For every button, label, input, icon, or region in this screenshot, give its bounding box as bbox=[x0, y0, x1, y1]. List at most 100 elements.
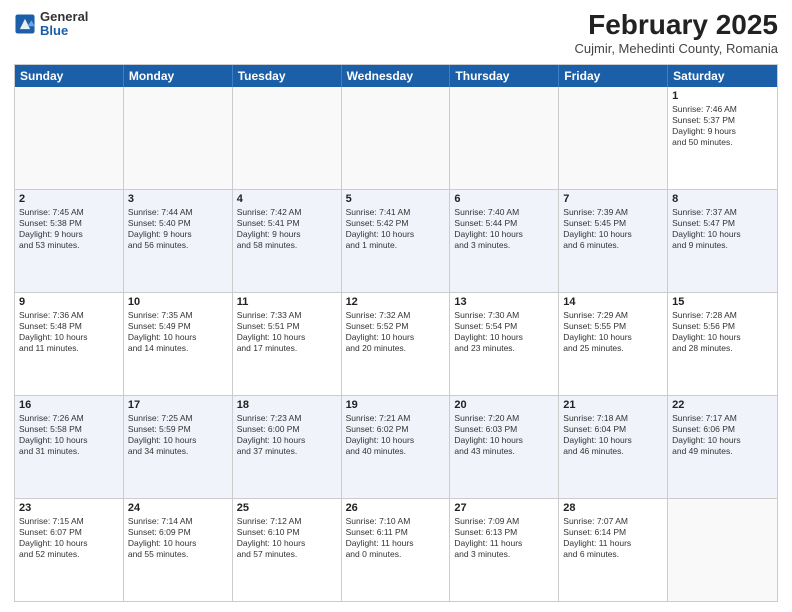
calendar-empty-cell bbox=[559, 87, 668, 189]
day-number: 22 bbox=[672, 399, 773, 411]
day-number: 24 bbox=[128, 502, 228, 514]
calendar-day-14: 14 Sunrise: 7:29 AM Sunset: 5:55 PM Dayli… bbox=[559, 293, 668, 395]
day-number: 26 bbox=[346, 502, 446, 514]
day-info: Sunrise: 7:33 AM Sunset: 5:51 PM Dayligh… bbox=[237, 310, 337, 354]
calendar-empty-cell bbox=[124, 87, 233, 189]
calendar-day-6: 6 Sunrise: 7:40 AM Sunset: 5:44 PM Daylig… bbox=[450, 190, 559, 292]
day-info: Sunrise: 7:40 AM Sunset: 5:44 PM Dayligh… bbox=[454, 207, 554, 251]
logo-general: General bbox=[40, 10, 88, 24]
logo-text: General Blue bbox=[40, 10, 88, 39]
day-number: 4 bbox=[237, 193, 337, 205]
calendar-empty-cell bbox=[450, 87, 559, 189]
calendar-day-24: 24 Sunrise: 7:14 AM Sunset: 6:09 PM Dayli… bbox=[124, 499, 233, 601]
day-number: 5 bbox=[346, 193, 446, 205]
calendar-day-12: 12 Sunrise: 7:32 AM Sunset: 5:52 PM Dayli… bbox=[342, 293, 451, 395]
header-day-friday: Friday bbox=[559, 65, 668, 87]
day-info: Sunrise: 7:12 AM Sunset: 6:10 PM Dayligh… bbox=[237, 516, 337, 560]
day-info: Sunrise: 7:35 AM Sunset: 5:49 PM Dayligh… bbox=[128, 310, 228, 354]
calendar-day-3: 3 Sunrise: 7:44 AM Sunset: 5:40 PM Daylig… bbox=[124, 190, 233, 292]
day-info: Sunrise: 7:26 AM Sunset: 5:58 PM Dayligh… bbox=[19, 413, 119, 457]
calendar-day-4: 4Sunrise: 7:42 AM Sunset: 5:41 PM Daylig… bbox=[233, 190, 342, 292]
calendar-day-13: 13Sunrise: 7:30 AM Sunset: 5:54 PM Dayli… bbox=[450, 293, 559, 395]
day-info: Sunrise: 7:07 AM Sunset: 6:14 PM Dayligh… bbox=[563, 516, 663, 560]
day-number: 6 bbox=[454, 193, 554, 205]
day-info: Sunrise: 7:15 AM Sunset: 6:07 PM Dayligh… bbox=[19, 516, 119, 560]
calendar-week-4: 23 Sunrise: 7:15 AM Sunset: 6:07 PM Dayli… bbox=[15, 498, 777, 601]
calendar-day-9: 9 Sunrise: 7:36 AM Sunset: 5:48 PM Daylig… bbox=[15, 293, 124, 395]
calendar-day-21: 21 Sunrise: 7:18 AM Sunset: 6:04 PM Dayli… bbox=[559, 396, 668, 498]
calendar-day-5: 5 Sunrise: 7:41 AM Sunset: 5:42 PM Daylig… bbox=[342, 190, 451, 292]
day-info: Sunrise: 7:32 AM Sunset: 5:52 PM Dayligh… bbox=[346, 310, 446, 354]
day-info: Sunrise: 7:10 AM Sunset: 6:11 PM Dayligh… bbox=[346, 516, 446, 560]
header-day-monday: Monday bbox=[124, 65, 233, 87]
logo-icon bbox=[14, 13, 36, 35]
header-day-wednesday: Wednesday bbox=[342, 65, 451, 87]
calendar-day-27: 27Sunrise: 7:09 AM Sunset: 6:13 PM Dayli… bbox=[450, 499, 559, 601]
day-number: 9 bbox=[19, 296, 119, 308]
day-number: 7 bbox=[563, 193, 663, 205]
day-info: Sunrise: 7:37 AM Sunset: 5:47 PM Dayligh… bbox=[672, 207, 773, 251]
calendar-week-2: 9 Sunrise: 7:36 AM Sunset: 5:48 PM Daylig… bbox=[15, 292, 777, 395]
calendar-week-0: 1Sunrise: 7:46 AM Sunset: 5:37 PM Daylig… bbox=[15, 87, 777, 189]
calendar: SundayMondayTuesdayWednesdayThursdayFrid… bbox=[14, 64, 778, 602]
calendar-empty-cell bbox=[233, 87, 342, 189]
day-number: 2 bbox=[19, 193, 119, 205]
day-info: Sunrise: 7:09 AM Sunset: 6:13 PM Dayligh… bbox=[454, 516, 554, 560]
day-info: Sunrise: 7:25 AM Sunset: 5:59 PM Dayligh… bbox=[128, 413, 228, 457]
calendar-day-20: 20Sunrise: 7:20 AM Sunset: 6:03 PM Dayli… bbox=[450, 396, 559, 498]
day-number: 18 bbox=[237, 399, 337, 411]
day-number: 17 bbox=[128, 399, 228, 411]
calendar-day-10: 10 Sunrise: 7:35 AM Sunset: 5:49 PM Dayli… bbox=[124, 293, 233, 395]
calendar-day-28: 28 Sunrise: 7:07 AM Sunset: 6:14 PM Dayli… bbox=[559, 499, 668, 601]
calendar-day-26: 26 Sunrise: 7:10 AM Sunset: 6:11 PM Dayli… bbox=[342, 499, 451, 601]
day-number: 1 bbox=[672, 90, 773, 102]
day-info: Sunrise: 7:36 AM Sunset: 5:48 PM Dayligh… bbox=[19, 310, 119, 354]
day-number: 14 bbox=[563, 296, 663, 308]
calendar-day-16: 16Sunrise: 7:26 AM Sunset: 5:58 PM Dayli… bbox=[15, 396, 124, 498]
calendar-day-25: 25 Sunrise: 7:12 AM Sunset: 6:10 PM Dayli… bbox=[233, 499, 342, 601]
calendar-header-row: SundayMondayTuesdayWednesdayThursdayFrid… bbox=[15, 65, 777, 87]
logo-blue: Blue bbox=[40, 24, 88, 38]
subtitle: Cujmir, Mehedinti County, Romania bbox=[574, 41, 778, 56]
calendar-week-3: 16Sunrise: 7:26 AM Sunset: 5:58 PM Dayli… bbox=[15, 395, 777, 498]
day-info: Sunrise: 7:29 AM Sunset: 5:55 PM Dayligh… bbox=[563, 310, 663, 354]
day-info: Sunrise: 7:45 AM Sunset: 5:38 PM Dayligh… bbox=[19, 207, 119, 251]
calendar-week-1: 2 Sunrise: 7:45 AM Sunset: 5:38 PM Daylig… bbox=[15, 189, 777, 292]
calendar-empty-cell bbox=[15, 87, 124, 189]
header-day-thursday: Thursday bbox=[450, 65, 559, 87]
calendar-empty-cell bbox=[342, 87, 451, 189]
day-info: Sunrise: 7:41 AM Sunset: 5:42 PM Dayligh… bbox=[346, 207, 446, 251]
page: General Blue February 2025 Cujmir, Mehed… bbox=[0, 0, 792, 612]
day-number: 28 bbox=[563, 502, 663, 514]
day-info: Sunrise: 7:14 AM Sunset: 6:09 PM Dayligh… bbox=[128, 516, 228, 560]
day-info: Sunrise: 7:44 AM Sunset: 5:40 PM Dayligh… bbox=[128, 207, 228, 251]
day-info: Sunrise: 7:39 AM Sunset: 5:45 PM Dayligh… bbox=[563, 207, 663, 251]
day-number: 8 bbox=[672, 193, 773, 205]
calendar-day-7: 7 Sunrise: 7:39 AM Sunset: 5:45 PM Daylig… bbox=[559, 190, 668, 292]
day-number: 21 bbox=[563, 399, 663, 411]
day-number: 12 bbox=[346, 296, 446, 308]
calendar-day-22: 22 Sunrise: 7:17 AM Sunset: 6:06 PM Dayli… bbox=[668, 396, 777, 498]
day-number: 13 bbox=[454, 296, 554, 308]
header-day-saturday: Saturday bbox=[668, 65, 777, 87]
title-block: February 2025 Cujmir, Mehedinti County, … bbox=[574, 10, 778, 56]
day-info: Sunrise: 7:18 AM Sunset: 6:04 PM Dayligh… bbox=[563, 413, 663, 457]
calendar-body: 1Sunrise: 7:46 AM Sunset: 5:37 PM Daylig… bbox=[15, 87, 777, 601]
header-day-tuesday: Tuesday bbox=[233, 65, 342, 87]
day-info: Sunrise: 7:21 AM Sunset: 6:02 PM Dayligh… bbox=[346, 413, 446, 457]
day-number: 19 bbox=[346, 399, 446, 411]
day-info: Sunrise: 7:17 AM Sunset: 6:06 PM Dayligh… bbox=[672, 413, 773, 457]
day-number: 25 bbox=[237, 502, 337, 514]
calendar-day-17: 17 Sunrise: 7:25 AM Sunset: 5:59 PM Dayli… bbox=[124, 396, 233, 498]
main-title: February 2025 bbox=[574, 10, 778, 41]
day-number: 10 bbox=[128, 296, 228, 308]
day-number: 11 bbox=[237, 296, 337, 308]
day-info: Sunrise: 7:28 AM Sunset: 5:56 PM Dayligh… bbox=[672, 310, 773, 354]
calendar-day-8: 8 Sunrise: 7:37 AM Sunset: 5:47 PM Daylig… bbox=[668, 190, 777, 292]
calendar-day-18: 18Sunrise: 7:23 AM Sunset: 6:00 PM Dayli… bbox=[233, 396, 342, 498]
calendar-day-1: 1Sunrise: 7:46 AM Sunset: 5:37 PM Daylig… bbox=[668, 87, 777, 189]
day-number: 23 bbox=[19, 502, 119, 514]
day-number: 15 bbox=[672, 296, 773, 308]
day-info: Sunrise: 7:20 AM Sunset: 6:03 PM Dayligh… bbox=[454, 413, 554, 457]
day-number: 3 bbox=[128, 193, 228, 205]
